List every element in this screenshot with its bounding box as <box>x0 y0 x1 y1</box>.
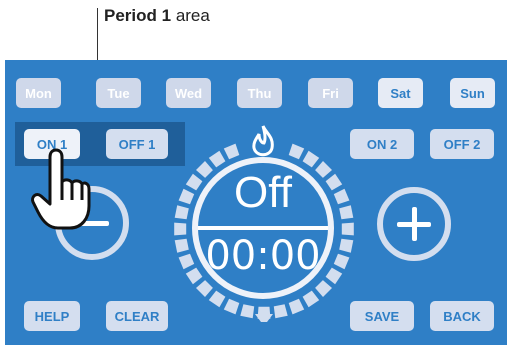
dial-tick <box>240 304 255 319</box>
dial-tick <box>341 222 354 236</box>
day-label: Wed <box>174 85 203 101</box>
day-tue[interactable]: Tue <box>96 78 141 108</box>
off-2-label: OFF 2 <box>443 136 481 152</box>
dial-state: Off <box>234 168 292 217</box>
dial-tick <box>174 222 187 236</box>
pointing-hand-icon <box>31 148 91 230</box>
dial-time: 00:00 <box>205 233 321 279</box>
help-button[interactable]: HELP <box>24 301 80 331</box>
day-label: Fri <box>322 85 339 101</box>
day-label: Tue <box>107 85 130 101</box>
back-button[interactable]: BACK <box>430 301 494 331</box>
day-wed[interactable]: Wed <box>166 78 211 108</box>
dial-tick <box>339 205 354 220</box>
dial-tick <box>288 298 305 315</box>
dial-tick <box>288 143 305 160</box>
annotation-bold: Period 1 <box>104 6 172 25</box>
dial-tick <box>174 205 189 220</box>
day-label: Sun <box>460 85 485 101</box>
flame-icon <box>252 125 274 157</box>
dial-tick <box>174 238 189 253</box>
day-sun[interactable]: Sun <box>450 78 495 108</box>
on-2-label: ON 2 <box>366 136 398 152</box>
dial-tick <box>333 253 350 270</box>
help-label: HELP <box>34 308 70 324</box>
dial-tick <box>302 290 320 308</box>
day-fri[interactable]: Fri <box>308 78 353 108</box>
back-label: BACK <box>443 308 481 324</box>
day-label: Sat <box>390 85 411 101</box>
day-label: Mon <box>25 85 52 101</box>
clear-label: CLEAR <box>114 308 160 324</box>
day-mon[interactable]: Mon <box>16 78 61 108</box>
dial-tick <box>339 238 354 253</box>
dial-tick <box>273 304 288 319</box>
clear-button[interactable]: CLEAR <box>106 301 168 331</box>
dial-tick <box>223 298 240 315</box>
off-1-label: OFF 1 <box>118 136 156 152</box>
dial-tick <box>302 150 320 168</box>
dial-divider <box>198 226 328 230</box>
day-thu[interactable]: Thu <box>237 78 282 108</box>
dial-tick <box>208 150 226 168</box>
day-sat[interactable]: Sat <box>378 78 423 108</box>
dial-tick <box>223 143 240 160</box>
dial-tick <box>208 290 226 308</box>
off-1-button[interactable]: OFF 1 <box>106 129 168 159</box>
dial-tick <box>196 280 213 297</box>
save-label: SAVE <box>364 308 400 324</box>
day-label: Thu <box>247 85 272 101</box>
on-2-button[interactable]: ON 2 <box>350 129 414 159</box>
plus-button[interactable] <box>377 187 451 261</box>
off-2-button[interactable]: OFF 2 <box>430 129 494 159</box>
dial-tick <box>333 188 350 205</box>
dial-tick <box>315 280 332 297</box>
annotation-rest: area <box>171 6 210 25</box>
period-1-annotation: Period 1 area <box>104 6 210 26</box>
save-button[interactable]: SAVE <box>350 301 414 331</box>
